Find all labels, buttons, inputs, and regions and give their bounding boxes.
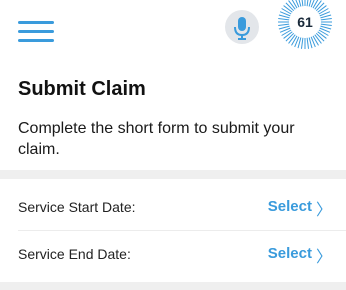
section-divider: [0, 282, 346, 290]
sunburst-ray: [278, 17, 290, 21]
score-badge-value: 61: [297, 14, 313, 30]
sunburst-ray: [317, 5, 327, 13]
chevron-right-icon: 〉: [315, 202, 332, 219]
page: 61 Submit Claim Complete the short form …: [0, 0, 346, 290]
sunburst-ray: [288, 0, 296, 10]
top-bar: 61: [0, 0, 346, 62]
sunburst-ray: [320, 23, 332, 27]
chevron-right-icon: 〉: [315, 249, 332, 266]
sunburst-ray: [315, 32, 325, 42]
page-description: Complete the short form to submit your c…: [18, 120, 295, 158]
sunburst-ray: [283, 5, 293, 13]
microphone-button[interactable]: [225, 10, 259, 44]
sunburst-ray: [315, 2, 325, 12]
sunburst-ray: [285, 2, 295, 12]
sunburst-ray: [283, 31, 293, 39]
sunburst-ray: [320, 17, 332, 21]
sunburst-ray: [285, 32, 295, 42]
service-start-date-label: Service Start Date:: [18, 199, 136, 215]
menu-bar-line: [18, 21, 54, 24]
hamburger-menu-icon[interactable]: [18, 19, 54, 43]
sunburst-ray: [278, 23, 290, 27]
service-start-date-select[interactable]: Select: [268, 198, 312, 215]
row-divider: [18, 230, 346, 231]
microphone-icon: [234, 17, 250, 40]
sunburst-ray: [300, 37, 304, 49]
score-badge[interactable]: 61: [275, 0, 335, 50]
sunburst-ray: [317, 31, 327, 39]
service-end-date-label: Service End Date:: [18, 246, 131, 262]
sunburst-ray: [314, 34, 322, 44]
menu-bar-line: [18, 39, 54, 42]
sunburst-ray: [288, 34, 296, 44]
sunburst-ray: [301, 0, 304, 7]
sunburst-ray: [314, 0, 322, 10]
sunburst-ray: [306, 37, 310, 49]
menu-bar-line: [18, 30, 54, 33]
section-divider: [0, 170, 346, 179]
service-end-date-select[interactable]: Select: [268, 245, 312, 262]
sunburst-ray: [306, 0, 309, 7]
page-title: Submit Claim: [18, 78, 146, 100]
service-end-date-row[interactable]: Service End Date: Select 〉: [0, 233, 346, 277]
service-start-date-row[interactable]: Service Start Date: Select 〉: [0, 186, 346, 230]
